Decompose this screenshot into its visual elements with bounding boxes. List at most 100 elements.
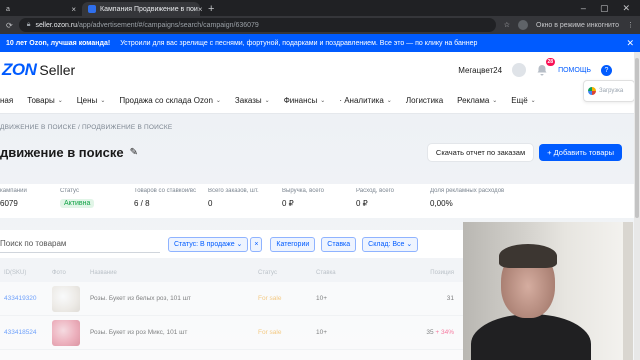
product-position: 31 xyxy=(446,295,454,302)
position-value: 35 xyxy=(426,329,434,336)
browser-tab[interactable]: а × xyxy=(0,2,82,16)
nav-item-ads[interactable]: Реклама ⌄ xyxy=(457,96,497,105)
download-report-button[interactable]: Скачать отчет по заказам xyxy=(427,143,534,161)
banner-text: Устроили для вас зрелище с песнями, форт… xyxy=(120,39,478,47)
position-delta: + 34% xyxy=(435,329,454,336)
maximize-icon[interactable]: ▢ xyxy=(600,3,609,14)
product-position: 35 + 34% xyxy=(370,329,464,336)
stat-label: Статус xyxy=(60,188,79,194)
nav-item-analytics[interactable]: · Аналитика ⌄ xyxy=(339,96,392,105)
url-path: /app/advertisement/#/campaigns/search/ca… xyxy=(77,21,259,29)
new-tab-button[interactable]: + xyxy=(208,2,214,16)
stat-value: 0 ₽ xyxy=(282,199,294,208)
product-name: Розы. Букет из роз Микс, 101 шт xyxy=(90,329,188,336)
chevron-down-icon: ⌄ xyxy=(492,98,498,104)
ozon-seller-logo[interactable]: ZON Seller xyxy=(2,60,75,80)
stat-spend: Расход, всего 0 ₽ xyxy=(356,188,418,218)
tab-label: а xyxy=(6,5,10,13)
promo-banner[interactable]: 10 лет Ozon, лучшая команда! Устроили дл… xyxy=(0,34,640,52)
stat-products: Товаров со ставкой/все 6 / 8 xyxy=(134,188,196,218)
stat-campaign: кампании 6079 xyxy=(0,188,48,218)
stat-ad-share: Доля рекламных расходов 0,00% xyxy=(430,188,540,218)
nav-label: · Аналитика xyxy=(339,96,384,105)
column-header[interactable]: Позиция xyxy=(370,270,464,276)
column-header[interactable]: Название xyxy=(90,270,258,276)
chevron-down-icon: ⌄ xyxy=(320,98,326,104)
browser-tabstrip: а × Кампания Продвижение в пои × + – ▢ ✕ xyxy=(0,0,640,16)
nav-label: Товары xyxy=(27,96,55,105)
nav-item-fbo[interactable]: Продажа со склада Ozon ⌄ xyxy=(119,96,221,105)
nav-item-home[interactable]: ная xyxy=(0,96,13,105)
help-icon[interactable]: ? xyxy=(601,64,612,76)
app-header: ZON Seller Мегацвет24 28 ПОМОЩЬ ? xyxy=(0,52,640,88)
main-nav: ная Товары ⌄ Цены ⌄ Продажа со склада Ozon… xyxy=(0,88,640,114)
tab-label: Кампания Продвижение в пои xyxy=(100,5,198,13)
lock-icon[interactable]: 🔒︎ xyxy=(27,21,31,29)
edit-pencil-icon[interactable]: ✎ xyxy=(130,147,138,158)
webcam-person-hair xyxy=(499,244,557,268)
nav-item-prices[interactable]: Цены ⌄ xyxy=(77,96,106,105)
reload-icon[interactable]: ⟳ xyxy=(6,21,13,30)
close-icon[interactable]: ✕ xyxy=(626,38,634,49)
banner-title: 10 лет Ozon, лучшая команда! xyxy=(6,39,111,47)
minimize-icon[interactable]: – xyxy=(581,3,586,13)
scrollbar-thumb[interactable] xyxy=(635,58,639,218)
column-header[interactable]: Ставка xyxy=(316,270,370,276)
nav-label: Ещё xyxy=(511,96,528,105)
star-icon[interactable]: ☆ xyxy=(504,21,510,29)
product-bid[interactable]: 10+ xyxy=(316,295,370,302)
status-filter[interactable]: Статус: В продаже ⌄ xyxy=(168,236,249,252)
table-row[interactable]: 433418524 Розы. Букет из роз Микс, 101 ш… xyxy=(0,316,464,350)
warehouse-filter[interactable]: Склад: Все ⌄ xyxy=(362,236,419,252)
column-header[interactable]: Статус xyxy=(258,270,316,276)
close-window-icon[interactable]: ✕ xyxy=(622,3,630,14)
nav-item-products[interactable]: Товары ⌄ xyxy=(27,96,63,105)
browser-tab-active[interactable]: Кампания Продвижение в пои × xyxy=(82,2,203,16)
nav-item-logistics[interactable]: Логистика xyxy=(406,96,443,105)
help-link[interactable]: ПОМОЩЬ xyxy=(558,67,591,74)
nav-label: Цены xyxy=(76,96,98,105)
nav-item-finance[interactable]: Финансы ⌄ xyxy=(284,96,326,105)
window-controls: – ▢ ✕ xyxy=(581,0,640,16)
breadcrumb[interactable]: ДВИЖЕНИЕ В ПОИСКЕ / ПРОДВИЖЕНИЕ В ПОИСКЕ xyxy=(0,124,172,131)
nav-label: ная xyxy=(0,96,14,105)
nav-label: Логистика xyxy=(405,96,444,105)
page-title: движение в поиске xyxy=(0,144,124,160)
stat-status: Статус Активна xyxy=(60,188,122,218)
bell-icon xyxy=(537,65,547,76)
nav-item-more[interactable]: Ещё ⌄ xyxy=(511,96,535,105)
search-input[interactable]: Поиск по товарам xyxy=(0,235,160,253)
menu-icon[interactable]: ⋮ xyxy=(627,21,634,29)
stat-orders: Всего заказов, шт. 0 xyxy=(208,188,270,218)
stat-label: Товаров со ставкой/все xyxy=(134,188,196,194)
close-icon[interactable]: × xyxy=(71,5,76,14)
address-bar-row: ⟳ 🔒︎ seller.ozon.ru /app/advertisement/#… xyxy=(0,16,640,34)
products-table: ID(SKU) Фото Название Статус Ставка Пози… xyxy=(0,264,464,360)
address-bar[interactable]: 🔒︎ seller.ozon.ru /app/advertisement/#/c… xyxy=(18,18,496,32)
product-photo xyxy=(52,285,90,312)
product-bid[interactable]: 10+ xyxy=(316,329,370,336)
loading-widget[interactable]: Загрузка xyxy=(583,80,635,102)
sku-link[interactable]: 433419320 xyxy=(0,295,52,302)
chevron-down-icon: ⌄ xyxy=(100,98,106,104)
stat-value: 0 ₽ xyxy=(356,199,368,208)
favicon-icon xyxy=(88,5,96,13)
add-products-button[interactable]: + Добавить товары xyxy=(539,143,622,161)
sku-link[interactable]: 433418524 xyxy=(0,329,52,336)
table-row[interactable]: 433419320 Розы. Букет из белых роз, 101 … xyxy=(0,282,464,316)
url-host: seller.ozon.ru xyxy=(35,21,78,29)
avatar[interactable] xyxy=(512,63,527,77)
bid-filter[interactable]: Ставка xyxy=(321,236,357,252)
stat-value: 6079 xyxy=(0,199,18,208)
chevron-down-icon: ⌄ xyxy=(386,98,392,104)
chevron-down-icon: ⌄ xyxy=(57,98,63,104)
column-header[interactable]: ID(SKU) xyxy=(0,270,52,276)
company-name[interactable]: Мегацвет24 xyxy=(458,66,502,75)
clear-status-filter-icon[interactable]: × xyxy=(250,236,263,252)
close-icon[interactable]: × xyxy=(198,5,203,14)
nav-item-orders[interactable]: Заказы ⌄ xyxy=(235,96,270,105)
notifications-button[interactable]: 28 xyxy=(536,58,556,76)
categories-filter[interactable]: Категории xyxy=(270,236,316,252)
logo-seller: Seller xyxy=(39,62,76,78)
page-scrollbar[interactable] xyxy=(634,52,640,360)
